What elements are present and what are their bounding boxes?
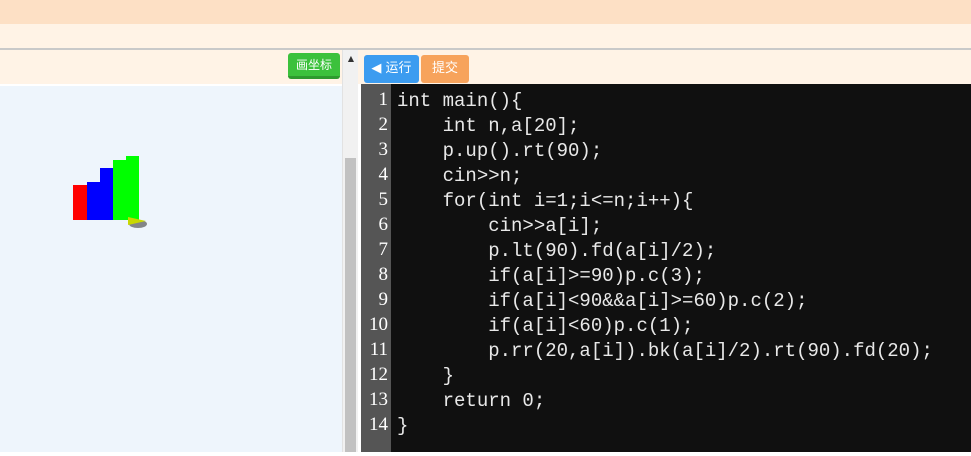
code-line[interactable]: }	[397, 414, 408, 439]
scroll-thumb[interactable]	[345, 158, 356, 452]
line-number: 8	[378, 264, 389, 285]
bar-4	[113, 160, 127, 220]
top-bar	[0, 0, 971, 24]
code-line[interactable]: if(a[i]<90&&a[i]>=60)p.c(2);	[397, 289, 807, 314]
turtle-drawing	[73, 156, 147, 228]
line-number: 7	[378, 239, 389, 260]
scroll-up-arrow-icon[interactable]: ▲	[343, 52, 359, 66]
bar-1	[73, 185, 87, 220]
canvas-toolbar: 画坐标	[0, 50, 342, 84]
code-line[interactable]: return 0;	[397, 389, 546, 414]
code-line[interactable]: cin>>a[i];	[397, 214, 602, 239]
line-number: 10	[369, 314, 388, 335]
line-number: 5	[378, 189, 389, 210]
canvas-scrollbar[interactable]: ▲	[342, 50, 358, 452]
line-number-gutter: 1 2 3 4 5 6 7 8 9 10 11 12 13 14	[361, 84, 391, 452]
code-line[interactable]: int main(){	[397, 89, 522, 114]
bar-5	[126, 156, 139, 220]
line-number: 14	[369, 414, 388, 435]
bar-2	[87, 182, 101, 220]
code-line[interactable]: if(a[i]<60)p.c(1);	[397, 314, 693, 339]
line-number: 12	[369, 364, 388, 385]
sub-bar	[0, 24, 971, 50]
line-number: 11	[369, 339, 388, 360]
code-line[interactable]: p.lt(90).fd(a[i]/2);	[397, 239, 716, 264]
line-number: 2	[378, 114, 389, 135]
bar-3	[100, 168, 114, 220]
code-line[interactable]: int n,a[20];	[397, 114, 580, 139]
code-editor[interactable]: 1 2 3 4 5 6 7 8 9 10 11 12 13 14 int mai…	[361, 84, 971, 452]
code-line[interactable]: p.up().rt(90);	[397, 139, 603, 164]
line-number: 13	[369, 389, 388, 410]
code-line[interactable]: p.rr(20,a[i]).bk(a[i]/2).rt(90).fd(20);	[397, 339, 933, 364]
code-line[interactable]: for(int i=1;i<=n;i++){	[397, 189, 694, 214]
line-number: 6	[378, 214, 389, 235]
code-line[interactable]: if(a[i]>=90)p.c(3);	[397, 264, 705, 289]
editor-toolbar: ◀ 运行 提交	[358, 50, 971, 84]
run-button[interactable]: ◀ 运行	[364, 55, 419, 83]
code-line[interactable]: }	[397, 364, 454, 389]
line-number: 1	[378, 89, 389, 110]
line-number: 4	[378, 164, 389, 185]
submit-button[interactable]: 提交	[421, 55, 469, 83]
line-number: 9	[378, 289, 389, 310]
turtle-canvas[interactable]	[0, 86, 342, 452]
code-line[interactable]: cin>>n;	[397, 164, 523, 189]
line-number: 3	[378, 139, 389, 160]
draw-axes-button[interactable]: 画坐标	[288, 53, 340, 79]
